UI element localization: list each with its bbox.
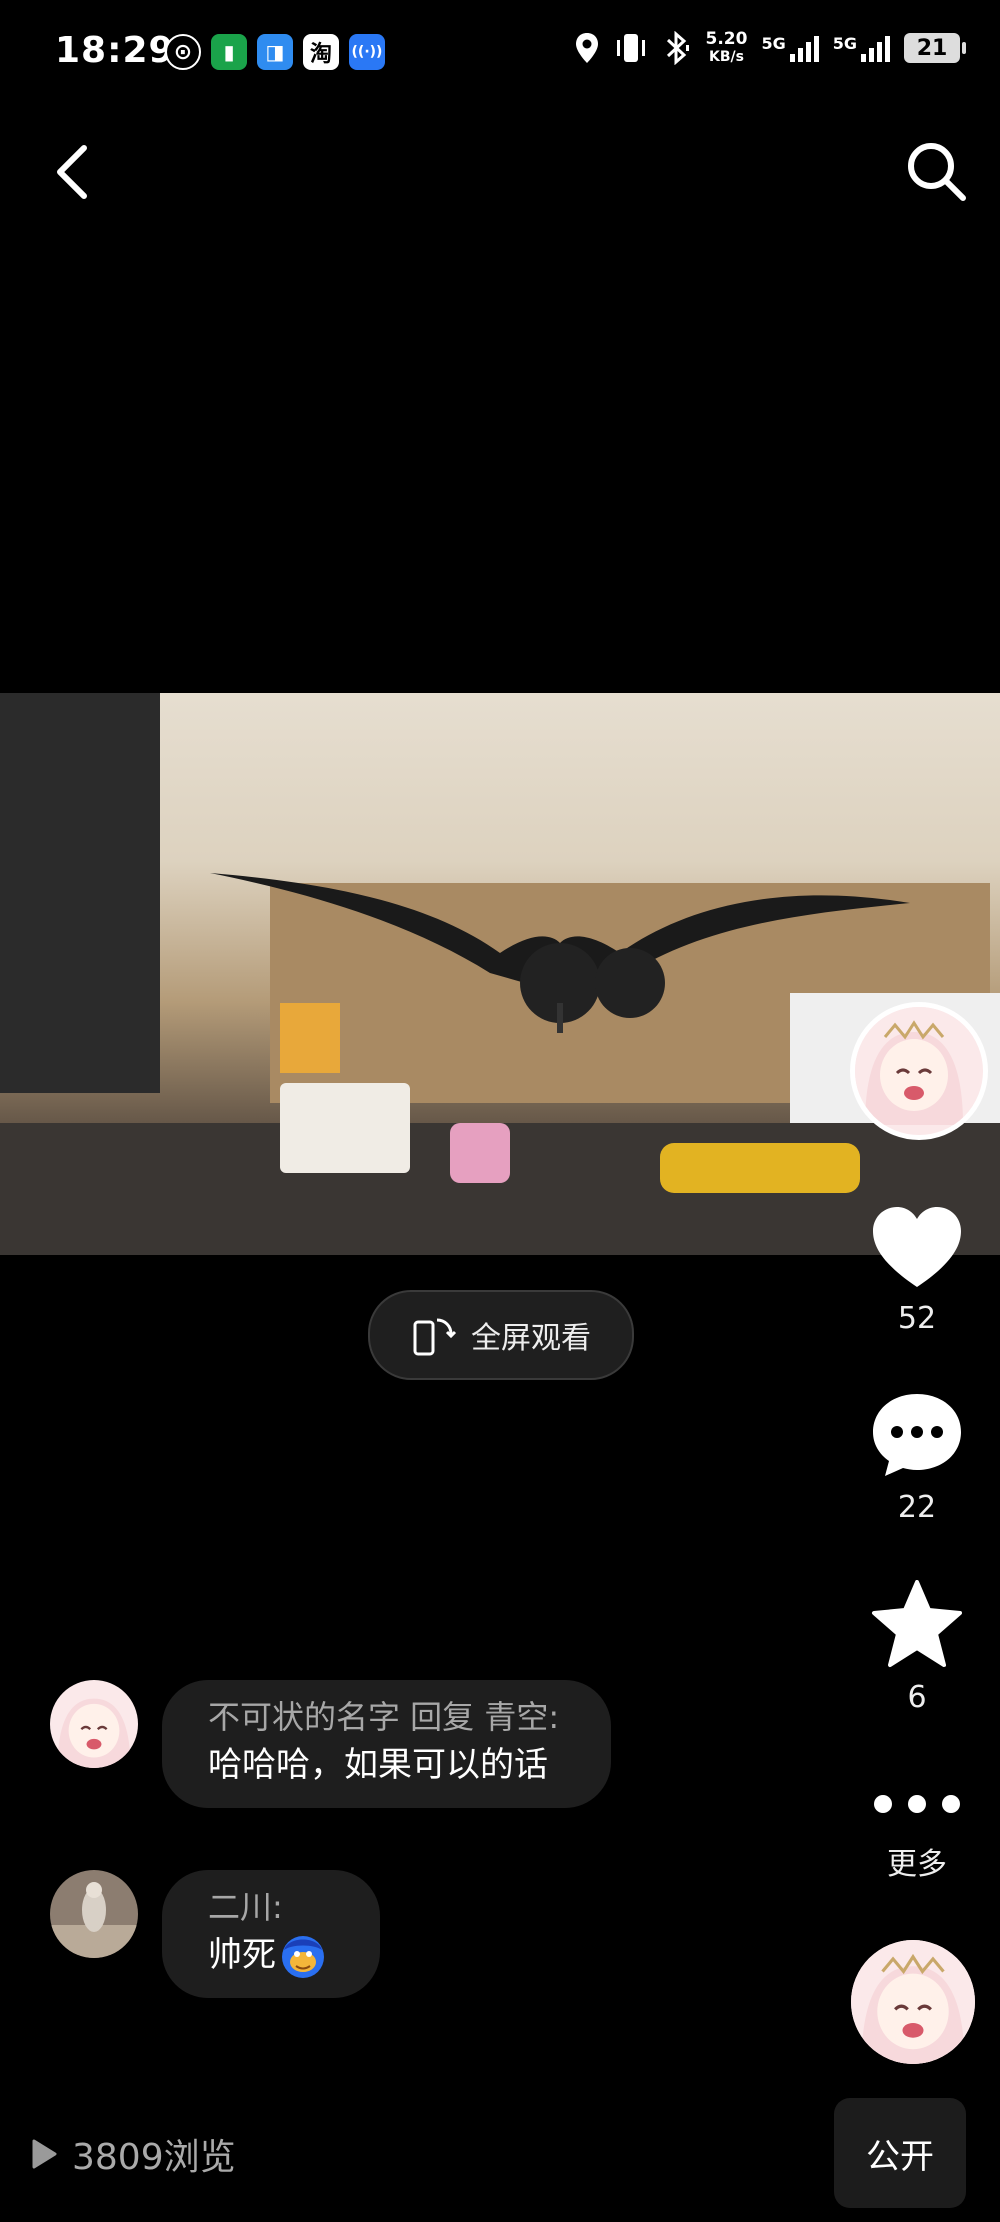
- battery-indicator: 21: [904, 33, 966, 63]
- comment-text: 帅死: [208, 1935, 276, 1975]
- blue-app-icon: ◨: [257, 34, 293, 70]
- status-time: 18:29: [55, 30, 175, 71]
- broadcast-icon: ((·)): [349, 34, 385, 70]
- fullscreen-button[interactable]: 全屏观看: [368, 1290, 634, 1380]
- like-count: 52: [897, 1301, 937, 1336]
- anime-avatar-icon: [851, 1940, 975, 2064]
- bluetooth-icon: [666, 31, 689, 65]
- vibrate-icon: [616, 34, 645, 62]
- like-button[interactable]: 52: [847, 1205, 987, 1336]
- video-scene-orange-box: [280, 1003, 340, 1073]
- location-icon: [575, 33, 598, 63]
- comment-item[interactable]: 不可状的名字 回复 青空: 哈哈哈，如果可以的话: [50, 1680, 612, 1808]
- play-icon: [32, 2139, 57, 2169]
- figure-avatar-icon: [50, 1870, 138, 1958]
- video-scene-yellow-tool: [660, 1143, 860, 1193]
- net-speed: 5.20 KB/s: [706, 30, 748, 66]
- back-arrow-icon[interactable]: [50, 142, 94, 202]
- video-scene-pegboard: [0, 693, 160, 1093]
- comment-text-row: 帅死: [208, 1930, 328, 1980]
- emoji-sticker-icon: [282, 1936, 324, 1978]
- more-dots-icon: [847, 1789, 987, 1819]
- heart-icon: [873, 1207, 961, 1287]
- comment-bubble-icon: [873, 1394, 961, 1476]
- comment-author: 不可状的名字 回复 青空:: [208, 1698, 560, 1736]
- net-speed-value: 5.20: [705, 29, 748, 49]
- my-avatar[interactable]: [851, 1940, 975, 2064]
- favorite-count: 6: [907, 1680, 927, 1715]
- comment-author: 二川:: [208, 1888, 283, 1926]
- comment-text: 哈哈哈，如果可以的话: [208, 1745, 548, 1785]
- commenter-avatar[interactable]: [50, 1870, 138, 1958]
- comment-count: 22: [897, 1490, 937, 1525]
- more-label: 更多: [887, 1847, 947, 1882]
- video-scene-basket: [280, 1083, 410, 1173]
- commenter-avatar[interactable]: [50, 1680, 138, 1768]
- netease-icon: ⊙: [165, 34, 201, 70]
- fullscreen-label: 全屏观看: [471, 1321, 591, 1356]
- net-speed-unit: KB/s: [709, 49, 744, 65]
- taobao-icon: 淘: [303, 34, 339, 70]
- signal-2: 5G: [833, 34, 890, 62]
- status-right: 5.20 KB/s 5G 5G 21: [574, 30, 966, 66]
- notification-icons: ⊙ ▮ ◨ 淘 ((·)): [165, 34, 385, 70]
- public-label: 公开: [866, 2136, 934, 2177]
- green-app-icon: ▮: [211, 34, 247, 70]
- signal-2-icon: [861, 34, 890, 62]
- comment-button[interactable]: 22: [847, 1392, 987, 1525]
- view-count-label: 3809浏览: [72, 2137, 236, 2178]
- signal-1-icon: [789, 34, 819, 62]
- anime-avatar-icon: [855, 1007, 973, 1125]
- comment-bubble[interactable]: 二川: 帅死: [162, 1870, 380, 1998]
- visibility-public-button[interactable]: 公开: [834, 2098, 966, 2208]
- signal-1: 5G: [761, 34, 819, 62]
- video-scene-pink-item: [450, 1123, 510, 1183]
- favorite-button[interactable]: 6: [847, 1580, 987, 1715]
- signal-2-label: 5G: [832, 34, 857, 53]
- rotate-phone-icon: [413, 1318, 457, 1356]
- video-player[interactable]: [0, 693, 1000, 1255]
- signal-1-label: 5G: [761, 34, 786, 53]
- status-bar: 18:29 ⊙ ▮ ◨ 淘 ((·)) 5.20 KB/s 5G 5G 21: [0, 0, 1000, 110]
- anime-avatar-icon: [50, 1680, 138, 1768]
- more-button[interactable]: 更多: [847, 1789, 987, 1883]
- comment-bubble[interactable]: 不可状的名字 回复 青空: 哈哈哈，如果可以的话: [162, 1680, 612, 1808]
- search-icon[interactable]: [905, 140, 967, 202]
- comment-item[interactable]: 二川: 帅死: [50, 1870, 380, 1998]
- view-count: 3809浏览: [30, 2128, 236, 2180]
- star-icon: [872, 1580, 962, 1667]
- author-avatar[interactable]: [850, 1002, 988, 1140]
